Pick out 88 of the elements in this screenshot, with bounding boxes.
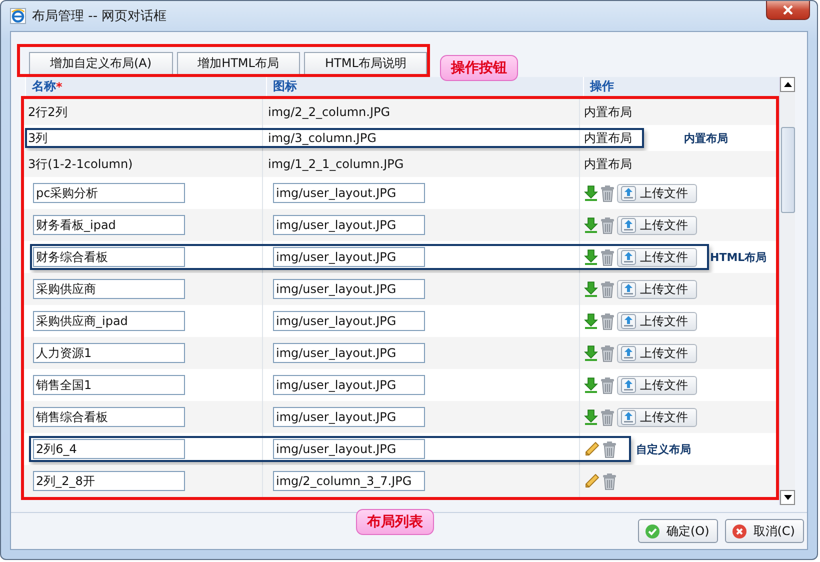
required-mark: * xyxy=(56,80,62,94)
annotation-label: HTML布局 xyxy=(710,250,767,266)
upload-icon xyxy=(621,250,636,264)
download-icon[interactable] xyxy=(584,281,598,297)
icon-path-text: img/2_2_column.JPG xyxy=(268,105,390,119)
name-field[interactable]: 销售综合看板 xyxy=(33,407,185,427)
annotation-label: 内置布局 xyxy=(684,130,728,146)
icon-path-field[interactable]: img/user_layout.JPG xyxy=(273,407,425,427)
window-title: 布局管理 -- 网页对话框 xyxy=(32,8,167,25)
callout-label: 布局列表 xyxy=(356,509,434,535)
layout-type-text: 内置布局 xyxy=(584,130,632,146)
layout-type-text: 内置布局 xyxy=(584,104,632,120)
toolbar-button[interactable]: 增加HTML布局 xyxy=(176,52,300,74)
icon-path-text: img/1_2_1_column.JPG xyxy=(268,157,404,171)
name-field[interactable]: 2列_2_8开 xyxy=(33,471,185,491)
pencil-icon[interactable] xyxy=(584,473,600,489)
upload-icon xyxy=(621,346,636,360)
upload-button[interactable]: 上传文件 xyxy=(617,376,697,394)
icon-path-field[interactable]: img/user_layout.JPG xyxy=(273,439,425,459)
upload-icon xyxy=(621,282,636,296)
column-header[interactable]: 图标 xyxy=(266,77,583,96)
layout-type-text: 内置布局 xyxy=(584,156,632,172)
toolbar-button[interactable]: 增加自定义布局(A) xyxy=(29,52,173,74)
upload-button[interactable]: 上传文件 xyxy=(617,248,697,266)
column-header[interactable]: 名称* xyxy=(25,77,266,96)
upload-button[interactable]: 上传文件 xyxy=(617,312,697,330)
name-field[interactable]: 采购供应商 xyxy=(33,279,185,299)
trash-icon[interactable] xyxy=(602,440,617,458)
trash-icon[interactable] xyxy=(600,184,615,202)
scroll-up-icon[interactable] xyxy=(780,77,795,92)
close-icon xyxy=(782,5,794,15)
icon-path-field[interactable]: img/user_layout.JPG xyxy=(273,375,425,395)
callout-label: 操作按钮 xyxy=(440,55,518,81)
name-field[interactable]: 2列6_4 xyxy=(33,439,185,459)
icon-path-field[interactable]: img/user_layout.JPG xyxy=(273,247,425,267)
name-field[interactable]: 财务看板_ipad xyxy=(33,215,185,235)
toolbar-button[interactable]: HTML布局说明 xyxy=(304,52,428,74)
ok-button[interactable]: 确定(O) xyxy=(638,519,718,543)
download-icon[interactable] xyxy=(584,313,598,329)
upload-button[interactable]: 上传文件 xyxy=(617,216,697,234)
cancel-button[interactable]: 取消(C) xyxy=(725,519,804,543)
scroll-thumb[interactable] xyxy=(781,127,795,213)
upload-icon xyxy=(621,186,636,200)
upload-icon xyxy=(621,378,636,392)
close-button[interactable] xyxy=(766,1,810,20)
upload-button[interactable]: 上传文件 xyxy=(617,184,697,202)
layout-name: 3列 xyxy=(28,130,48,146)
upload-button[interactable]: 上传文件 xyxy=(617,408,697,426)
layout-name: 2行2列 xyxy=(28,104,68,120)
name-field[interactable]: 销售全国1 xyxy=(33,375,185,395)
trash-icon[interactable] xyxy=(600,248,615,266)
trash-icon[interactable] xyxy=(600,408,615,426)
icon-path-field[interactable]: img/2_column_3_7.JPG xyxy=(273,471,425,491)
name-field[interactable]: 财务综合看板 xyxy=(33,247,185,267)
icon-path-field[interactable]: img/user_layout.JPG xyxy=(273,215,425,235)
annotation-label: 自定义布局 xyxy=(636,442,691,458)
scrollbar[interactable] xyxy=(779,77,795,505)
upload-icon xyxy=(621,314,636,328)
download-icon[interactable] xyxy=(584,185,598,201)
layout-name: 3行(1-2-1column) xyxy=(28,156,133,172)
name-field[interactable]: 人力资源1 xyxy=(33,343,185,363)
scroll-down-icon[interactable] xyxy=(780,490,795,505)
trash-icon[interactable] xyxy=(600,280,615,298)
trash-icon[interactable] xyxy=(600,376,615,394)
trash-icon[interactable] xyxy=(600,312,615,330)
download-icon[interactable] xyxy=(584,409,598,425)
download-icon[interactable] xyxy=(584,249,598,265)
name-field[interactable]: pc采购分析 xyxy=(33,183,185,203)
download-icon[interactable] xyxy=(584,217,598,233)
trash-icon[interactable] xyxy=(602,472,617,490)
icon-path-field[interactable]: img/user_layout.JPG xyxy=(273,279,425,299)
close-icon xyxy=(732,524,748,538)
download-icon[interactable] xyxy=(584,377,598,393)
icon-path-field[interactable]: img/user_layout.JPG xyxy=(273,311,425,331)
icon-path-field[interactable]: img/user_layout.JPG xyxy=(273,183,425,203)
trash-icon[interactable] xyxy=(600,344,615,362)
upload-button[interactable]: 上传文件 xyxy=(617,280,697,298)
download-icon[interactable] xyxy=(584,345,598,361)
upload-icon xyxy=(621,410,636,424)
pencil-icon[interactable] xyxy=(584,441,600,457)
check-icon xyxy=(645,524,660,538)
upload-icon xyxy=(621,218,636,232)
icon-path-text: img/3_column.JPG xyxy=(268,131,376,145)
browser-icon xyxy=(10,8,26,24)
upload-button[interactable]: 上传文件 xyxy=(617,344,697,362)
icon-path-field[interactable]: img/user_layout.JPG xyxy=(273,343,425,363)
name-field[interactable]: 采购供应商_ipad xyxy=(33,311,185,331)
trash-icon[interactable] xyxy=(600,216,615,234)
